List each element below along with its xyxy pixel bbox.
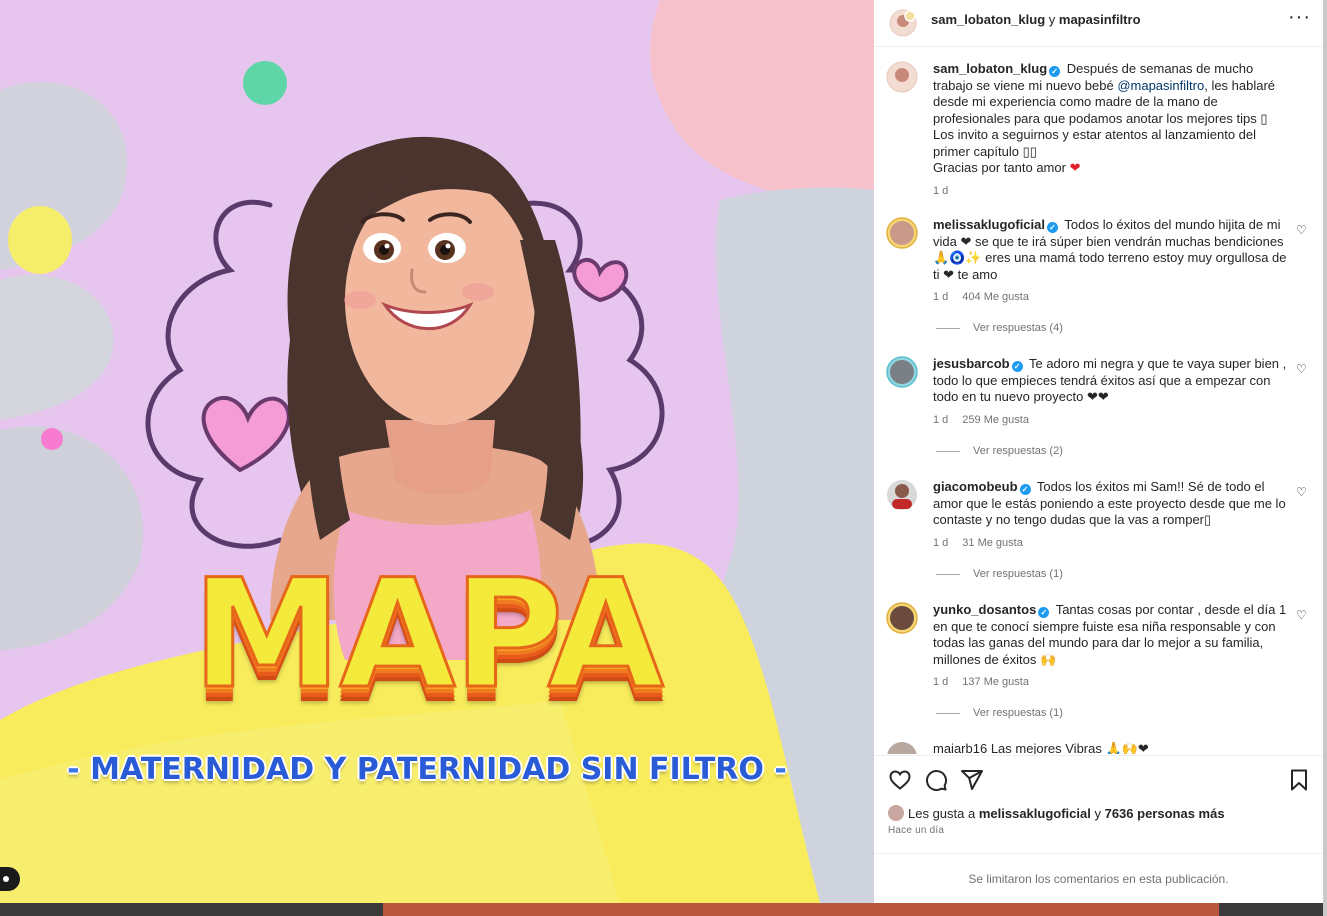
comment-body: yunko_dosantos ✓ Tantas cosas por contar …	[933, 602, 1288, 691]
comment-likes[interactable]: 31 Me gusta	[962, 537, 1023, 549]
likes-prefix: Les gusta a	[908, 806, 976, 821]
caption-body: sam_lobaton_klug ✓ Después de semanas de …	[933, 61, 1288, 199]
comment-body: maiarb16 Las mejores Vibras 🙏🙌❤	[933, 741, 1288, 754]
liker-avatar[interactable]	[888, 805, 904, 821]
post-image-title: MAPA	[191, 547, 666, 724]
view-replies[interactable]: Ver respuestas (2)	[936, 445, 1063, 457]
comment-likes[interactable]: 404 Me gusta	[962, 291, 1029, 303]
caption-username[interactable]: sam_lobaton_klug	[933, 61, 1047, 76]
comment-username[interactable]: melissaklugoficial	[933, 217, 1045, 232]
comment-avatar[interactable]	[886, 741, 918, 754]
comment-body: giacomobeub ✓ Todos los éxitos mi Sam!! S…	[933, 479, 1288, 551]
share-icon[interactable]	[960, 768, 984, 792]
comment-body: melissaklugoficial ✓ Todos lo éxitos del …	[933, 217, 1288, 306]
verified-icon: ✓	[1047, 222, 1058, 233]
caption-mention[interactable]: @mapasinfiltro	[1117, 78, 1204, 93]
view-replies[interactable]: Ver respuestas (1)	[936, 707, 1063, 719]
likes-user[interactable]: melissaklugoficial	[979, 806, 1091, 821]
more-icon[interactable]: ···	[1288, 6, 1311, 29]
comment-time[interactable]: 1 d	[933, 676, 948, 688]
post-header: sam_lobaton_klug y mapasinfiltro ···	[874, 0, 1323, 47]
comments-scroll[interactable]: sam_lobaton_klug ✓ Después de semanas de …	[874, 47, 1323, 754]
comment-heart-icon[interactable]: ♡	[1296, 362, 1307, 376]
red-heart-emoji: ❤	[1069, 160, 1081, 175]
caption-line3: Gracias por tanto amor	[933, 160, 1066, 175]
comment-body: jesusbarcob ✓ Te adoro mi negra y que te …	[933, 356, 1288, 428]
comment-time[interactable]: 1 d	[933, 291, 948, 303]
comment-heart-icon[interactable]: ♡	[1296, 485, 1307, 499]
comment-username[interactable]: yunko_dosantos	[933, 602, 1036, 617]
comment-heart-icon[interactable]: ♡	[1296, 223, 1307, 237]
caption-avatar[interactable]	[886, 61, 918, 93]
post-image-subtitle: - MATERNIDAD Y PATERNIDAD SIN FILTRO -	[0, 752, 864, 787]
comment-time[interactable]: 1 d	[933, 414, 948, 426]
comment-icon[interactable]	[924, 768, 948, 792]
verified-icon: ✓	[1038, 607, 1050, 618]
post-time[interactable]: Hace un día	[888, 825, 944, 836]
comment-username[interactable]: jesusbarcob	[933, 356, 1010, 371]
post-image[interactable]: MAPA - MATERNIDAD Y PATERNIDAD SIN FILTR…	[0, 0, 874, 903]
verified-icon: ✓	[1049, 66, 1061, 77]
caption-line2: Los invito a seguirnos y estar atentos a…	[933, 127, 1257, 159]
verified-icon: ✓	[1011, 361, 1023, 372]
bookmark-icon[interactable]	[1287, 768, 1311, 792]
header-user1[interactable]: sam_lobaton_klug	[931, 12, 1045, 27]
post-actions: Les gusta a melissaklugoficial y 7636 pe…	[874, 755, 1323, 904]
likes-summary: Les gusta a melissaklugoficial y 7636 pe…	[888, 805, 1225, 821]
subtitle-dash-right: -	[774, 752, 787, 787]
verified-icon: ✓	[1019, 484, 1031, 495]
comment-avatar[interactable]	[886, 217, 918, 249]
page-scrollbar[interactable]	[1323, 0, 1327, 916]
comment-avatar[interactable]	[886, 479, 918, 511]
comment-text: Las mejores Vibras 🙏🙌❤	[990, 741, 1149, 754]
header-conj: y	[1048, 12, 1056, 27]
comment-username[interactable]: giacomobeub	[933, 479, 1018, 494]
comment-avatar[interactable]	[886, 602, 918, 634]
comments-limited-notice: Se limitaron los comentarios en esta pub…	[874, 853, 1323, 905]
comment-heart-icon[interactable]: ♡	[1296, 608, 1307, 622]
comment-username[interactable]: maiarb16	[933, 741, 987, 754]
likes-others[interactable]: 7636 personas más	[1105, 806, 1225, 821]
view-replies[interactable]: Ver respuestas (4)	[936, 322, 1063, 334]
post-side-panel: sam_lobaton_klug y mapasinfiltro ··· sam…	[874, 0, 1323, 903]
heart-icon[interactable]	[888, 768, 912, 792]
view-replies[interactable]: Ver respuestas (1)	[936, 568, 1063, 580]
subtitle-text: MATERNIDAD Y PATERNIDAD SIN FILTRO	[90, 752, 764, 787]
header-user2[interactable]: mapasinfiltro	[1059, 12, 1141, 27]
likes-conj: y	[1094, 806, 1101, 821]
comment-likes[interactable]: 259 Me gusta	[962, 414, 1029, 426]
comment-likes[interactable]: 137 Me gusta	[962, 676, 1029, 688]
header-avatar[interactable]	[888, 8, 918, 38]
comment-time[interactable]: 1 d	[933, 537, 948, 549]
comment-avatar[interactable]	[886, 356, 918, 388]
header-usernames: sam_lobaton_klug y mapasinfiltro	[931, 12, 1141, 27]
subtitle-dash-left: -	[67, 752, 80, 787]
caption-time[interactable]: 1 d	[933, 185, 948, 197]
